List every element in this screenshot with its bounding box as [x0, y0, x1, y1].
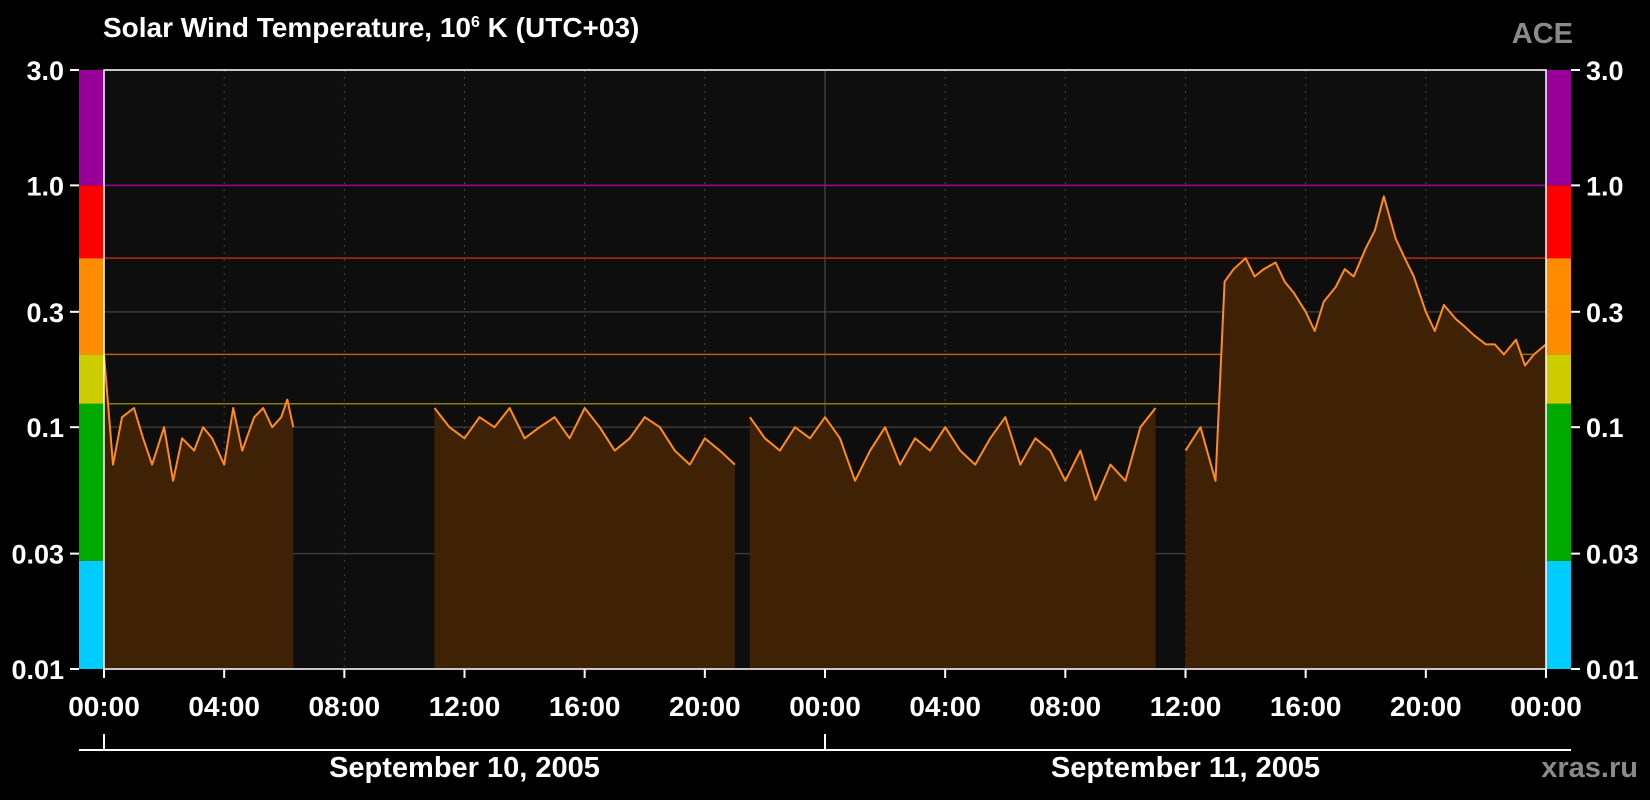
- level-band-left-1: [79, 403, 104, 561]
- y-tick-label-left-5: 3.0: [26, 56, 64, 86]
- x-tick-label-11: 20:00: [1390, 691, 1462, 722]
- x-tick-label-10: 16:00: [1270, 691, 1342, 722]
- y-tick-label-right-5: 3.0: [1586, 56, 1624, 86]
- y-tick-label-right-2: 0.1: [1586, 413, 1624, 443]
- level-band-left-0: [79, 560, 104, 669]
- x-tick-label-0: 00:00: [68, 691, 140, 722]
- level-band-right-5: [1546, 70, 1571, 186]
- y-tick-label-right-4: 1.0: [1586, 171, 1624, 201]
- x-tick-label-4: 16:00: [549, 691, 621, 722]
- x-tick-label-2: 08:00: [309, 691, 381, 722]
- y-tick-label-right-0: 0.01: [1586, 655, 1639, 685]
- x-tick-label-9: 12:00: [1150, 691, 1222, 722]
- source-label: ACE: [1511, 18, 1573, 50]
- level-band-right-2: [1546, 354, 1571, 404]
- level-band-left-5: [79, 70, 104, 186]
- date-label-1: September 11, 2005: [1050, 752, 1321, 784]
- level-band-right-0: [1546, 560, 1571, 669]
- x-tick-label-3: 12:00: [429, 691, 501, 722]
- title-exponent: 6: [471, 14, 480, 31]
- x-tick-label-1: 04:00: [188, 691, 260, 722]
- level-band-right-1: [1546, 403, 1571, 561]
- level-band-right-4: [1546, 185, 1571, 259]
- temperature-chart: 0.01 0.01 0.03 0.03 0.1 0.1 0.3 0.3 1.0 1.0 3.0 3.0…: [11, 56, 1639, 751]
- y-tick-label-left-4: 1.0: [26, 171, 64, 201]
- x-tick-label-7: 04:00: [909, 691, 981, 722]
- x-tick-label-8: 08:00: [1030, 691, 1102, 722]
- title-rest: K (UTC+03): [479, 12, 640, 43]
- y-tick-label-left-1: 0.03: [11, 540, 64, 570]
- y-tick-label-right-1: 0.03: [1586, 540, 1639, 570]
- date-label-0: September 10, 2005: [329, 752, 600, 784]
- level-band-right-3: [1546, 258, 1571, 355]
- watermark[interactable]: xras.ru: [1541, 752, 1638, 785]
- y-tick-label-left-2: 0.1: [26, 413, 64, 443]
- y-tick-label-right-3: 0.3: [1586, 298, 1624, 328]
- level-band-left-2: [79, 354, 104, 404]
- level-band-left-3: [79, 258, 104, 355]
- x-tick-label-6: 00:00: [789, 691, 861, 722]
- level-band-left-4: [79, 185, 104, 259]
- x-tick-label-5: 20:00: [669, 691, 741, 722]
- chart-title: Solar Wind Temperature, 106 K (UTC+03): [103, 12, 639, 44]
- y-tick-label-left-0: 0.01: [11, 655, 64, 685]
- y-tick-label-left-3: 0.3: [26, 298, 64, 328]
- title-main: Solar Wind Temperature, 10: [103, 12, 471, 43]
- x-tick-label-12: 00:00: [1510, 691, 1582, 722]
